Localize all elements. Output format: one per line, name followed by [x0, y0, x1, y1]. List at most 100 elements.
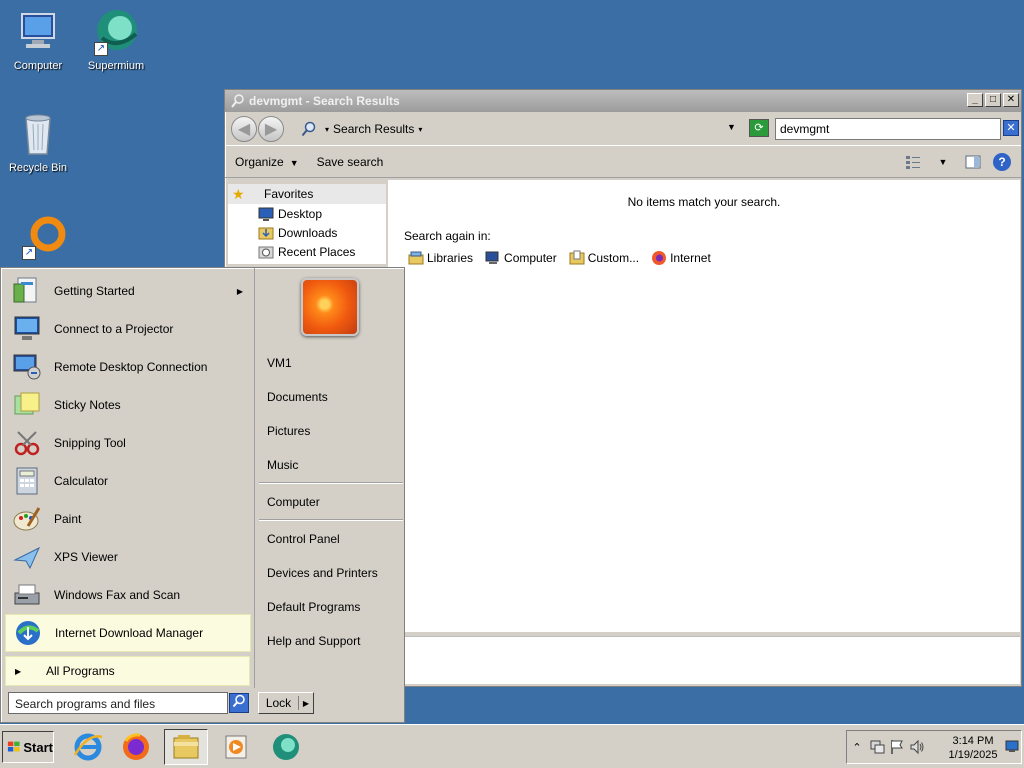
start-menu-right-column: VM1 Documents Pictures Music Computer Co… [259, 268, 403, 688]
link-user-folder[interactable]: VM1 [267, 356, 292, 374]
search-again-custom[interactable]: Custom... [569, 250, 639, 266]
organize-label: Organize [235, 154, 284, 169]
views-icon[interactable] [903, 152, 923, 172]
link-control-panel[interactable]: Control Panel [267, 532, 340, 550]
show-hidden-icons-chevron-icon[interactable]: ⌃ [847, 737, 867, 757]
search-again-libraries[interactable]: Libraries [408, 250, 473, 266]
search-folder-icon [231, 94, 244, 108]
navigation-pane: ★ Favorites Desktop Downloads Recent Pla… [228, 184, 386, 264]
start-search-input[interactable]: Search programs and files [8, 692, 228, 714]
program-xps-viewer[interactable]: XPS Viewer [5, 538, 251, 576]
program-label: Snipping Tool [54, 436, 126, 450]
address-history-dropdown-icon[interactable]: ▼ [727, 122, 736, 132]
help-icon[interactable]: ? [993, 153, 1011, 171]
taskbar-windows-explorer[interactable] [164, 729, 208, 765]
back-button[interactable]: ◀ [231, 115, 257, 142]
network-icon[interactable] [867, 737, 887, 757]
search-input[interactable]: devmgmt [775, 118, 1001, 140]
program-paint[interactable]: Paint [5, 500, 251, 538]
media-player-icon [225, 735, 247, 759]
volume-icon[interactable] [907, 737, 927, 757]
link-default-programs[interactable]: Default Programs [267, 600, 360, 618]
location-label: Computer [504, 251, 557, 265]
search-icon [301, 121, 316, 137]
taskbar-media-player[interactable] [214, 729, 258, 765]
link-help-and-support[interactable]: Help and Support [267, 634, 360, 652]
link-devices-and-printers[interactable]: Devices and Printers [267, 566, 378, 584]
views-dropdown-icon[interactable]: ▼ [933, 152, 953, 172]
getting-started-icon [10, 276, 44, 306]
link-computer[interactable]: Computer [267, 495, 320, 513]
link-pictures[interactable]: Pictures [267, 424, 310, 442]
address-box[interactable]: ▾ Search Results ▾ [301, 118, 741, 140]
nav-item-downloads[interactable]: Downloads [228, 223, 386, 242]
start-button[interactable]: Start [2, 731, 54, 763]
desktop-icon [258, 207, 274, 221]
show-desktop-icon[interactable] [1005, 739, 1019, 753]
lock-button[interactable]: Lock ▶ [258, 692, 314, 714]
desktop-icon-recycle-bin[interactable]: Recycle Bin [0, 110, 76, 174]
desktop-icon-shortcut[interactable]: ↗ [6, 212, 82, 264]
user-picture[interactable] [301, 278, 359, 336]
nav-item-desktop[interactable]: Desktop [228, 204, 386, 223]
organize-button[interactable]: Organize ▼ [235, 155, 299, 169]
program-remote-desktop[interactable]: Remote Desktop Connection [5, 348, 251, 386]
link-documents[interactable]: Documents [267, 390, 328, 408]
crumb-separator-icon[interactable]: ▾ [325, 125, 329, 134]
folder-icon [173, 735, 199, 759]
nav-item-label: Recent Places [278, 244, 356, 259]
desktop-icon-computer[interactable]: Computer [0, 8, 76, 72]
nav-item-label: Downloads [278, 225, 338, 240]
location-label: Custom... [587, 251, 640, 265]
program-calculator[interactable]: Calculator [5, 462, 251, 500]
favorites-header[interactable]: ★ Favorites [228, 184, 386, 204]
recycle-bin-icon [14, 110, 62, 158]
forward-button[interactable]: ▶ [258, 115, 284, 142]
details-pane [388, 636, 1020, 684]
program-getting-started[interactable]: Getting Started ▶ [5, 272, 251, 310]
supermium-icon [273, 734, 299, 760]
taskbar-firefox[interactable] [114, 729, 158, 765]
firefox-icon [123, 733, 149, 760]
taskbar: Start ⌃ 3:14 PM 1/19/2025 [0, 724, 1024, 768]
close-button[interactable]: ✕ [1003, 93, 1019, 107]
search-again-internet[interactable]: Internet [651, 250, 711, 266]
all-programs-button[interactable]: ▶ All Programs [5, 656, 250, 686]
breadcrumb[interactable]: Search Results [333, 122, 414, 136]
taskbar-supermium[interactable] [264, 729, 308, 765]
window-titlebar[interactable]: devmgmt - Search Results _ □ ✕ [225, 90, 1021, 112]
link-music[interactable]: Music [267, 458, 298, 476]
nav-item-label: Desktop [278, 206, 323, 221]
sticky-notes-icon [10, 390, 44, 420]
nav-item-recent-places[interactable]: Recent Places [228, 242, 386, 261]
submenu-arrow-icon: ▶ [236, 286, 243, 296]
maximize-button[interactable]: □ [985, 93, 1001, 107]
program-sticky-notes[interactable]: Sticky Notes [5, 386, 251, 424]
action-center-flag-icon[interactable] [887, 737, 907, 757]
clock[interactable]: 3:14 PM 1/19/2025 [943, 734, 1003, 762]
save-search-button[interactable]: Save search [317, 155, 384, 169]
search-again-computer[interactable]: Computer [485, 250, 557, 266]
start-search-button[interactable] [229, 693, 249, 713]
taskbar-internet-explorer[interactable] [66, 729, 110, 765]
crumb-dropdown-icon[interactable]: ▾ [418, 125, 422, 134]
refresh-button[interactable]: ⟳ [749, 119, 769, 137]
shortcut-arrow-icon: ↗ [22, 246, 36, 260]
program-snipping-tool[interactable]: Snipping Tool [5, 424, 251, 462]
clear-search-button[interactable]: ✕ [1003, 120, 1019, 136]
pinned-programs-list: Getting Started ▶ Connect to a Projector… [5, 272, 251, 688]
desktop-icon-supermium[interactable]: ↗ Supermium [78, 8, 154, 72]
power-options-arrow-icon[interactable]: ▶ [299, 699, 313, 708]
address-bar-row: ◀ ▶ ▾ Search Results ▾ ▼ ⟳ devmgmt ✕ [225, 112, 1021, 146]
program-internet-download-manager[interactable]: Internet Download Manager [5, 614, 251, 652]
minimize-button[interactable]: _ [967, 93, 983, 107]
orange-ring-icon: ↗ [20, 212, 68, 260]
search-again-locations: Libraries Computer Custom... Internet [408, 250, 711, 266]
forward-arrow-icon: ▶ [264, 120, 278, 138]
play-arrow-icon: ▶ [15, 666, 22, 676]
program-fax-and-scan[interactable]: Windows Fax and Scan [5, 576, 251, 614]
program-label: Connect to a Projector [54, 322, 174, 336]
program-connect-to-projector[interactable]: Connect to a Projector [5, 310, 251, 348]
right-column-separator [259, 482, 403, 484]
preview-pane-icon[interactable] [963, 152, 983, 172]
